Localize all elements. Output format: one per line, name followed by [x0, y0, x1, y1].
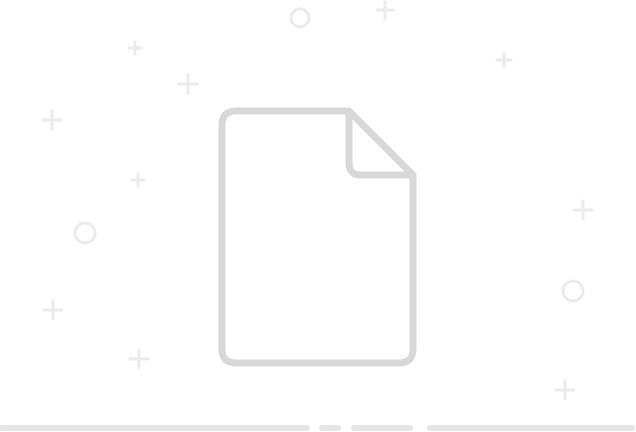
- circle-sparkle-icon: [289, 7, 311, 29]
- circle-sparkle-icon: [73, 221, 97, 245]
- plus-sparkle-icon: [572, 199, 594, 221]
- circle-sparkle-icon: [561, 279, 585, 303]
- plus-sparkle-icon: [495, 51, 513, 69]
- document-icon: [218, 107, 417, 367]
- document-body: [218, 107, 417, 367]
- plus-sparkle-icon: [554, 379, 576, 401]
- plus-sparkle-icon: [127, 40, 143, 56]
- plus-sparkle-icon: [375, 0, 395, 20]
- illustration-canvas: [0, 0, 635, 431]
- plus-sparkle-icon: [42, 299, 64, 321]
- plus-sparkle-icon: [41, 109, 63, 131]
- empty-state-illustration: [0, 0, 636, 432]
- plus-sparkle-icon: [177, 73, 199, 95]
- plus-sparkle-icon: [130, 172, 146, 188]
- plus-sparkle-icon: [128, 348, 150, 370]
